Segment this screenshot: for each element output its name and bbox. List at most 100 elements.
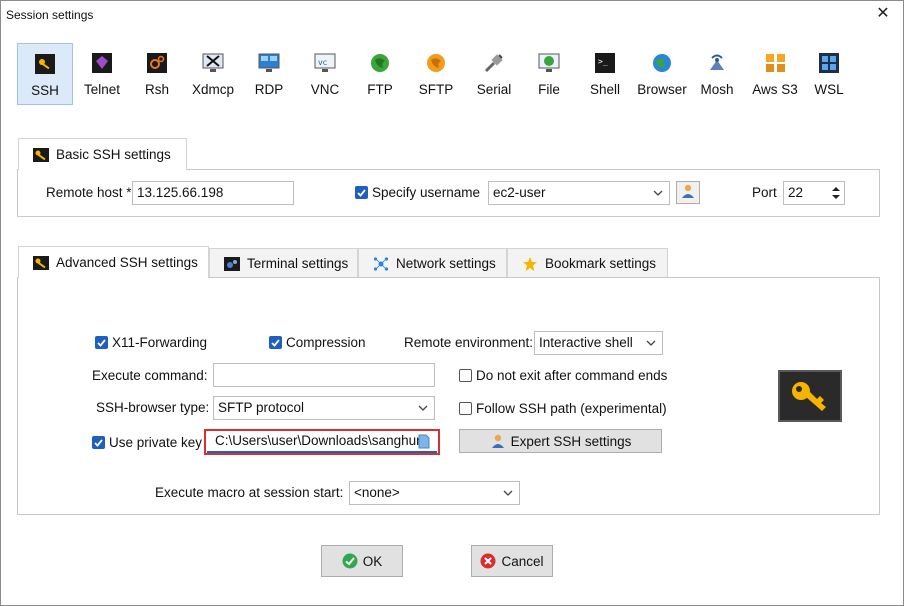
serial-icon xyxy=(483,52,505,74)
private-key-path-value: C:\Users\user\Downloads\sanghun xyxy=(215,433,424,448)
session-rdp-button[interactable]: RDP xyxy=(245,43,293,105)
xdmcp-icon xyxy=(202,52,224,74)
user-manager-button[interactable] xyxy=(676,181,700,204)
session-sftp-button[interactable]: SFTP xyxy=(412,43,460,105)
session-wsl-button[interactable]: WSL xyxy=(807,43,851,105)
star-icon xyxy=(522,256,538,272)
session-browser-button[interactable]: Browser xyxy=(635,43,689,105)
key-icon xyxy=(33,255,49,271)
tab-label: Terminal settings xyxy=(247,256,349,271)
session-label: Shell xyxy=(589,82,621,97)
do-not-exit-label: Do not exit after command ends xyxy=(476,368,668,383)
session-telnet-button[interactable]: Telnet xyxy=(77,43,127,105)
chevron-down-icon xyxy=(651,186,665,200)
session-label: Rsh xyxy=(144,82,169,97)
compression-checkbox[interactable]: Compression xyxy=(269,335,366,350)
tab-label: Network settings xyxy=(396,256,496,271)
window-title: Session settings xyxy=(6,8,94,22)
follow-ssh-path-label: Follow SSH path (experimental) xyxy=(476,401,667,416)
port-value: 22 xyxy=(788,185,804,200)
session-label: Aws S3 xyxy=(752,82,798,97)
ok-label: OK xyxy=(362,553,383,569)
ok-button[interactable]: OK xyxy=(321,545,403,577)
network-icon xyxy=(373,256,389,272)
file-browse-icon[interactable] xyxy=(418,434,430,449)
checkbox-checked-icon xyxy=(269,336,282,349)
x11-forwarding-checkbox[interactable]: X11-Forwarding xyxy=(95,335,207,350)
terminal-icon xyxy=(224,256,240,272)
session-mosh-button[interactable]: Mosh xyxy=(693,43,741,105)
checkbox-unchecked-icon xyxy=(459,402,472,415)
cancel-circle-icon xyxy=(480,553,496,569)
tab-advanced-ssh-settings[interactable]: Advanced SSH settings xyxy=(18,246,209,278)
session-ftp-button[interactable]: FTP xyxy=(357,43,403,105)
remote-environment-label: Remote environment: xyxy=(404,335,534,350)
session-label: SFTP xyxy=(418,82,454,97)
remote-host-input[interactable]: 13.125.66.198 xyxy=(132,181,294,205)
port-spinner[interactable]: 22 xyxy=(783,181,845,205)
ssh-key-icon xyxy=(34,53,56,75)
ssh-browser-type-value: SFTP protocol xyxy=(218,400,305,415)
private-key-path-input[interactable]: C:\Users\user\Downloads\sanghun xyxy=(207,431,437,453)
checkbox-unchecked-icon xyxy=(459,369,472,382)
title-bar: Session settings ✕ xyxy=(1,1,903,29)
port-label: Port xyxy=(752,185,777,200)
session-label: RDP xyxy=(254,82,284,97)
remote-host-label: Remote host * xyxy=(46,185,132,200)
browser-icon xyxy=(651,52,673,74)
rdp-icon xyxy=(258,52,280,74)
session-label: Telnet xyxy=(83,82,121,97)
session-label: File xyxy=(538,82,560,97)
session-file-button[interactable]: File xyxy=(525,43,573,105)
tab-label: Bookmark settings xyxy=(545,256,657,271)
session-label: Mosh xyxy=(700,82,734,97)
expert-ssh-settings-button[interactable]: Expert SSH settings xyxy=(459,429,662,453)
tab-bookmark-settings[interactable]: Bookmark settings xyxy=(507,248,668,278)
chevron-down-icon xyxy=(416,401,430,415)
rsh-icon xyxy=(146,52,168,74)
telnet-icon xyxy=(91,52,113,74)
check-circle-icon xyxy=(342,553,358,569)
user-icon xyxy=(680,183,696,202)
session-label: WSL xyxy=(814,82,844,97)
shell-icon: >_ xyxy=(594,52,616,74)
execute-command-label: Execute command: xyxy=(92,368,208,383)
username-value: ec2-user xyxy=(493,185,546,200)
tab-network-settings[interactable]: Network settings xyxy=(358,248,507,278)
tab-label: Advanced SSH settings xyxy=(56,255,198,270)
advanced-ssh-panel xyxy=(17,277,880,515)
session-label: Serial xyxy=(476,82,512,97)
execute-macro-select[interactable]: <none> xyxy=(349,481,520,505)
session-serial-button[interactable]: Serial xyxy=(469,43,519,105)
remote-environment-value: Interactive shell xyxy=(539,335,633,350)
session-shell-button[interactable]: >_ Shell xyxy=(581,43,629,105)
session-rsh-button[interactable]: Rsh xyxy=(133,43,181,105)
x11-forwarding-label: X11-Forwarding xyxy=(112,335,208,350)
cancel-button[interactable]: Cancel xyxy=(471,545,553,577)
checkbox-checked-icon xyxy=(92,436,105,449)
use-private-key-label: Use private key xyxy=(109,435,203,450)
tab-label: Basic SSH settings xyxy=(56,147,171,162)
session-vnc-button[interactable]: vc VNC xyxy=(301,43,349,105)
specify-username-checkbox[interactable]: Specify username xyxy=(355,185,480,200)
ssh-browser-type-select[interactable]: SFTP protocol xyxy=(213,396,435,420)
close-icon[interactable]: ✕ xyxy=(873,4,893,24)
aws-s3-icon xyxy=(764,52,786,74)
svg-text:vc: vc xyxy=(318,58,327,67)
do-not-exit-checkbox[interactable]: Do not exit after command ends xyxy=(459,368,667,383)
use-private-key-checkbox[interactable]: Use private key xyxy=(92,435,202,450)
svg-text:>_: >_ xyxy=(598,57,608,66)
session-ssh-button[interactable]: SSH xyxy=(17,43,73,105)
execute-command-input[interactable] xyxy=(213,363,435,387)
session-aws-s3-button[interactable]: Aws S3 xyxy=(747,43,803,105)
checkbox-checked-icon xyxy=(355,186,368,199)
tab-terminal-settings[interactable]: Terminal settings xyxy=(209,248,358,278)
follow-ssh-path-checkbox[interactable]: Follow SSH path (experimental) xyxy=(459,401,667,416)
session-label: FTP xyxy=(367,82,393,97)
ftp-icon xyxy=(369,52,391,74)
spinner-arrows-icon[interactable] xyxy=(830,184,842,202)
tab-basic-ssh-settings[interactable]: Basic SSH settings xyxy=(18,138,187,170)
username-combobox[interactable]: ec2-user xyxy=(488,181,670,205)
remote-environment-select[interactable]: Interactive shell xyxy=(534,331,663,355)
session-xdmcp-button[interactable]: Xdmcp xyxy=(187,43,239,105)
